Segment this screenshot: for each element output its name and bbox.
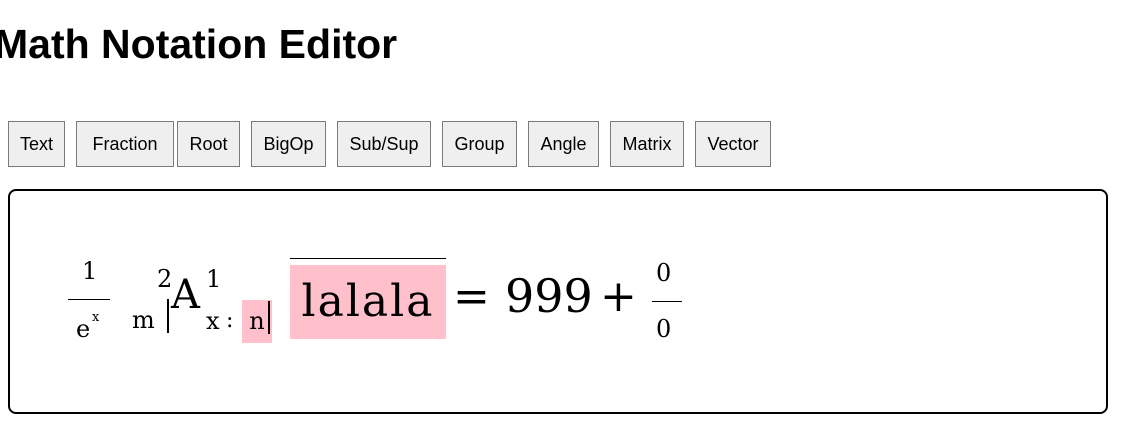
overline-bar bbox=[290, 258, 446, 259]
overline-text[interactable]: lalala bbox=[290, 265, 446, 339]
bigop-presup[interactable]: 2 bbox=[157, 267, 172, 291]
subsup-button[interactable]: Sub/Sup bbox=[337, 121, 431, 167]
bigop-button[interactable]: BigOp bbox=[251, 121, 326, 167]
angle-button[interactable]: Angle bbox=[528, 121, 599, 167]
fraction-2-bar bbox=[652, 301, 682, 302]
plus-sign[interactable]: + bbox=[600, 275, 637, 319]
matrix-button[interactable]: Matrix bbox=[610, 121, 684, 167]
fraction-2-numerator[interactable]: 0 bbox=[656, 261, 671, 285]
bigop-sub[interactable]: x bbox=[206, 309, 220, 333]
fraction-1-numerator[interactable]: 1 bbox=[82, 259, 97, 283]
fraction-2-denominator[interactable]: 0 bbox=[656, 317, 671, 341]
bigop-caret-left bbox=[167, 299, 169, 333]
fraction-1-bar bbox=[68, 299, 110, 300]
fraction-button[interactable]: Fraction bbox=[76, 121, 174, 167]
fraction-1-denominator-sup[interactable]: x bbox=[92, 311, 99, 324]
fraction-1-denominator-base[interactable]: e bbox=[76, 317, 90, 341]
math-editor-area[interactable]: 1 e x m 2 A 1 x : n lalala = 999 + 0 0 bbox=[8, 189, 1108, 414]
number-999[interactable]: 999 bbox=[505, 273, 593, 319]
bigop-colon: : bbox=[226, 308, 234, 333]
bigop-presub[interactable]: m bbox=[132, 308, 155, 332]
text-button[interactable]: Text bbox=[8, 121, 65, 167]
vector-button[interactable]: Vector bbox=[695, 121, 771, 167]
group-button[interactable]: Group bbox=[442, 121, 517, 167]
bigop-base[interactable]: A bbox=[171, 275, 200, 315]
equals-sign[interactable]: = bbox=[453, 275, 490, 319]
bigop-sup[interactable]: 1 bbox=[206, 267, 221, 291]
bigop-caret-right bbox=[268, 301, 270, 334]
root-button[interactable]: Root bbox=[177, 121, 240, 167]
page-title: Math Notation Editor bbox=[0, 21, 398, 67]
